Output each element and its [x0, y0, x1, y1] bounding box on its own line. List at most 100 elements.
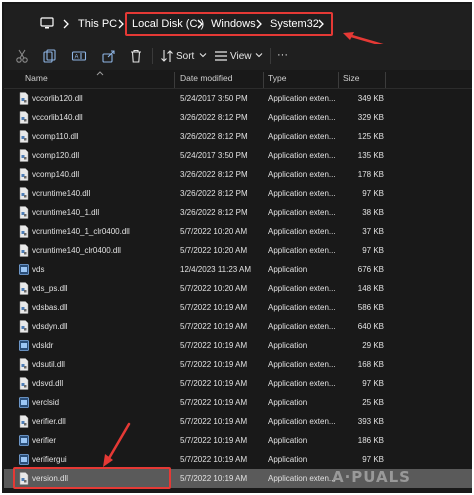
file-date-modified: 5/7/2022 10:19 AM [180, 455, 248, 464]
file-date-modified: 5/7/2022 10:19 AM [180, 379, 248, 388]
file-size: 97 KB [362, 379, 384, 388]
file-name: vdsbas.dll [32, 303, 68, 312]
file-explorer-window: This PC Local Disk (C:) Windows System32 [0, 0, 474, 495]
file-type: Application exten... [268, 284, 336, 293]
file-size: 25 KB [362, 398, 384, 407]
file-date-modified: 5/7/2022 10:19 AM [180, 303, 248, 312]
file-type: Application exten... [268, 189, 336, 198]
file-date-modified: 5/7/2022 10:19 AM [180, 360, 248, 369]
column-divider[interactable] [263, 72, 264, 88]
column-size[interactable]: Size [343, 73, 360, 83]
column-date-modified[interactable]: Date modified [180, 73, 232, 83]
file-row[interactable]: verclsid 5/7/2022 10:19 AM Application 25 K… [4, 393, 472, 412]
app-file-icon [19, 435, 29, 446]
file-size: 178 KB [357, 170, 384, 179]
sort-icon[interactable] [159, 48, 175, 64]
file-row[interactable]: vdsvd.dll 5/7/2022 10:19 AM Application ex… [4, 374, 472, 393]
file-size: 168 KB [357, 360, 384, 369]
file-type: Application [268, 455, 308, 464]
file-size: 37 KB [362, 227, 384, 236]
file-row[interactable]: vdsutil.dll 5/7/2022 10:19 AM Application … [4, 355, 472, 374]
view-icon[interactable] [213, 48, 229, 64]
file-type: Application exten... [268, 208, 336, 217]
file-date-modified: 3/26/2022 8:12 PM [180, 113, 248, 122]
file-date-modified: 5/7/2022 10:19 AM [180, 436, 248, 445]
breadcrumb-this-pc[interactable]: This PC [78, 15, 117, 33]
file-row[interactable]: verifier 5/7/2022 10:19 AM Application 186 … [4, 431, 472, 450]
more-options-button[interactable]: ··· [277, 48, 288, 62]
file-name: vdsdyn.dll [32, 322, 68, 331]
file-date-modified: 5/7/2022 10:19 AM [180, 474, 248, 483]
cut-icon[interactable] [14, 48, 30, 64]
monitor-icon[interactable] [40, 16, 54, 30]
file-size: 97 KB [362, 246, 384, 255]
file-name: verifier [32, 436, 57, 445]
file-date-modified: 5/24/2017 3:50 PM [180, 94, 248, 103]
file-row[interactable]: vcruntime140_1.dll 3/26/2022 8:12 PM Appli… [4, 203, 472, 222]
file-name: verclsid [32, 398, 60, 407]
sort-up-icon [96, 71, 104, 76]
file-type: Application exten... [268, 246, 336, 255]
file-date-modified: 5/7/2022 10:20 AM [180, 246, 248, 255]
sort-button[interactable]: Sort [176, 50, 194, 64]
arrow-annotation-icon [103, 422, 131, 467]
file-row[interactable]: vcomp120.dll 5/24/2017 3:50 PM Application… [4, 146, 472, 165]
file-name: vds [32, 265, 45, 274]
file-row[interactable]: vcruntime140_1_clr0400.dll 5/7/2022 10:20… [4, 222, 472, 241]
file-row[interactable]: vcomp110.dll 3/26/2022 8:12 PM Application… [4, 127, 472, 146]
view-button[interactable]: View [230, 50, 252, 64]
file-name: vdsutil.dll [32, 360, 65, 369]
file-type: Application exten... [268, 170, 336, 179]
file-date-modified: 5/24/2017 3:50 PM [180, 151, 248, 160]
file-size: 640 KB [357, 322, 384, 331]
file-row[interactable]: vcomp140.dll 3/26/2022 8:12 PM Application… [4, 165, 472, 184]
file-type: Application exten... [268, 360, 336, 369]
delete-icon[interactable] [128, 48, 144, 64]
file-date-modified: 5/7/2022 10:20 AM [180, 284, 248, 293]
column-type[interactable]: Type [268, 73, 286, 83]
dll-file-icon [19, 130, 29, 143]
file-row[interactable]: vccorlib120.dll 5/24/2017 3:50 PM Applicat… [4, 89, 472, 108]
breadcrumb-highlight-box [125, 12, 333, 36]
file-row[interactable]: vds 12/4/2023 11:23 AM Application 676 KB [4, 260, 472, 279]
file-name: vcruntime140_1_clr0400.dll [32, 227, 130, 236]
version-dll-highlight-box [13, 467, 171, 489]
toolbar-divider [152, 48, 153, 64]
column-divider[interactable] [174, 72, 175, 88]
file-date-modified: 3/26/2022 8:12 PM [180, 170, 248, 179]
file-row[interactable]: vcruntime140.dll 3/26/2022 8:12 PM Applica… [4, 184, 472, 203]
chevron-down-icon[interactable] [254, 50, 264, 60]
toolbar-divider [270, 48, 271, 64]
column-divider[interactable] [338, 72, 339, 88]
rename-icon[interactable]: A [71, 48, 87, 64]
dll-file-icon [19, 358, 29, 371]
file-type: Application [268, 265, 308, 274]
file-size: 586 KB [357, 303, 384, 312]
file-row[interactable]: vdsdyn.dll 5/7/2022 10:19 AM Application e… [4, 317, 472, 336]
copy-icon[interactable] [41, 48, 57, 64]
file-size: 349 KB [357, 94, 384, 103]
column-divider[interactable] [385, 72, 386, 88]
column-name[interactable]: Name [25, 73, 48, 83]
file-row[interactable]: vcruntime140_clr0400.dll 5/7/2022 10:20 A… [4, 241, 472, 260]
file-date-modified: 3/26/2022 8:12 PM [180, 208, 248, 217]
file-row[interactable]: vds_ps.dll 5/7/2022 10:20 AM Application e… [4, 279, 472, 298]
file-date-modified: 5/7/2022 10:19 AM [180, 417, 248, 426]
share-icon[interactable] [101, 48, 117, 64]
file-name: vcomp140.dll [32, 170, 80, 179]
chevron-right-icon[interactable] [61, 16, 71, 32]
file-size: 186 KB [357, 436, 384, 445]
app-file-icon [19, 397, 29, 408]
file-row[interactable]: vccorlib140.dll 3/26/2022 8:12 PM Applicat… [4, 108, 472, 127]
chevron-down-icon[interactable] [198, 50, 208, 60]
file-type: Application exten... [268, 151, 336, 160]
file-row[interactable]: vdsldr 5/7/2022 10:19 AM Application 29 KB [4, 336, 472, 355]
file-type: Application exten... [268, 417, 336, 426]
file-size: 97 KB [362, 455, 384, 464]
file-row[interactable]: verifier.dll 5/7/2022 10:19 AM Application… [4, 412, 472, 431]
app-file-icon [19, 340, 29, 351]
dll-file-icon [19, 92, 29, 105]
file-row[interactable]: vdsbas.dll 5/7/2022 10:19 AM Application e… [4, 298, 472, 317]
file-date-modified: 5/7/2022 10:20 AM [180, 227, 248, 236]
dll-file-icon [19, 225, 29, 238]
